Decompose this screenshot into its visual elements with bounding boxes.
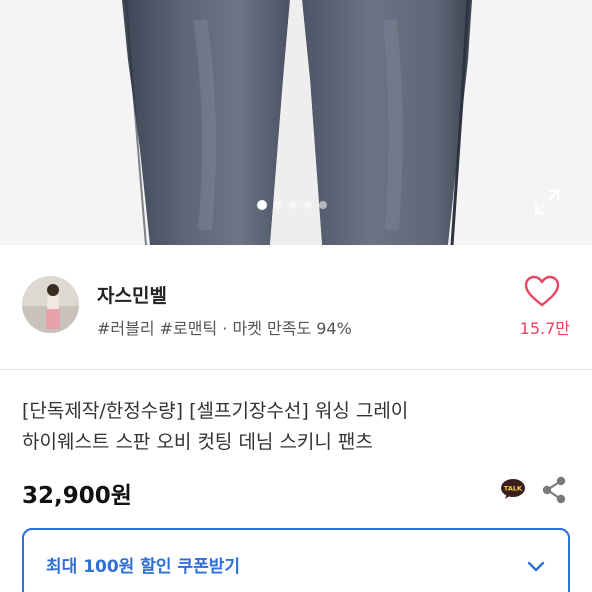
product-title: [단독제작/한정수량] [셀프기장수선] 워싱 그레이 하이웨스트 스판 오비 … — [22, 396, 582, 458]
product-price: 32,900원 — [22, 483, 132, 509]
carousel-dot — [304, 201, 312, 209]
share-icon[interactable] — [541, 476, 567, 504]
carousel-indicator — [257, 200, 327, 210]
seller-name[interactable]: 자스민벨 — [97, 281, 167, 308]
coupon-button[interactable]: 최대 100원 할인 쿠폰받기 — [22, 528, 570, 592]
coupon-label: 최대 100원 할인 쿠폰받기 — [46, 557, 241, 577]
like-count: 15.7만 — [519, 319, 570, 338]
carousel-dot — [274, 201, 282, 209]
heart-icon[interactable] — [523, 274, 561, 308]
product-title-line: [단독제작/한정수량] [셀프기장수선] 워싱 그레이 — [22, 400, 409, 422]
kakao-talk-icon[interactable]: TALK — [500, 478, 526, 500]
carousel-dot-active — [257, 200, 267, 210]
product-image-carousel[interactable] — [0, 0, 592, 245]
product-title-line: 하이웨스트 스판 오비 컷팅 데님 스키니 팬츠 — [22, 431, 373, 453]
carousel-dot — [319, 201, 327, 209]
expand-icon[interactable] — [531, 186, 563, 218]
talk-label: TALK — [504, 485, 523, 493]
seller-avatar[interactable] — [22, 276, 79, 333]
seller-tags: #러블리 #로맨틱 · 마켓 만족도 94% — [97, 319, 352, 338]
chevron-down-icon — [524, 554, 548, 578]
seller-section[interactable]: 자스민벨 #러블리 #로맨틱 · 마켓 만족도 94% 15.7만 — [0, 245, 592, 370]
carousel-dot — [289, 201, 297, 209]
